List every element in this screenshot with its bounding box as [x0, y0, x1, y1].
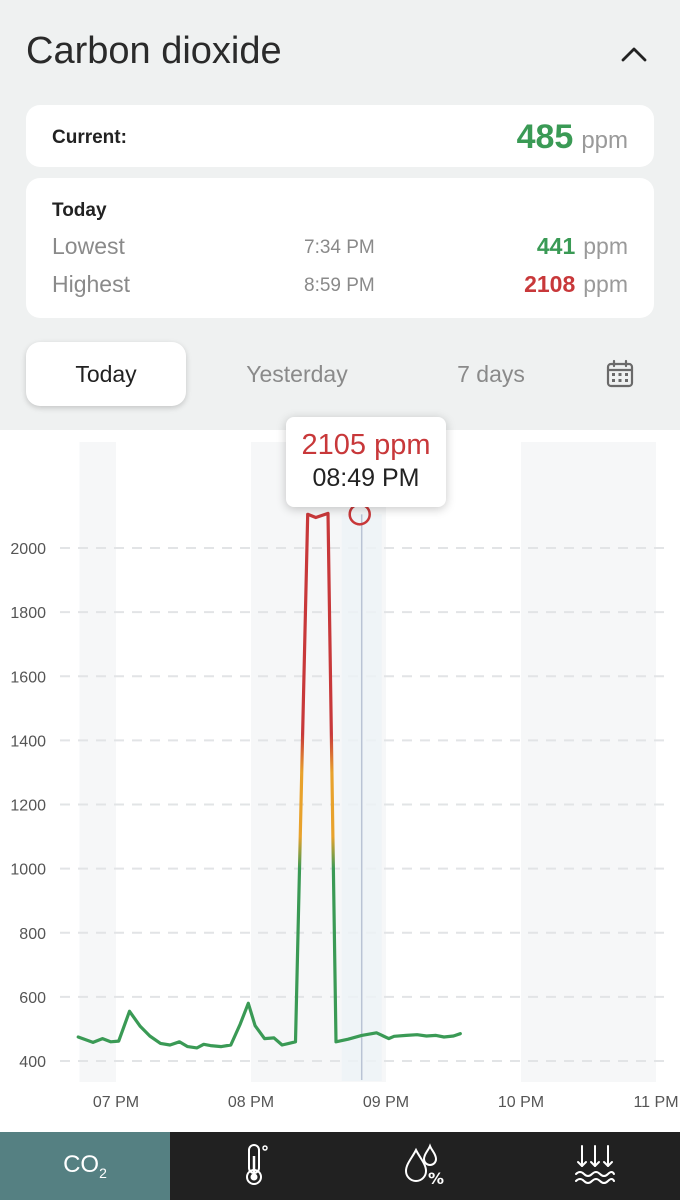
hour-band	[521, 442, 656, 1082]
highest-time: 8:59 PM	[304, 275, 375, 296]
nav-temperature[interactable]	[170, 1132, 340, 1200]
x-tick-label: 11 PM	[633, 1094, 678, 1111]
chart-tooltip: 2105 ppm 08:49 PM	[286, 417, 446, 507]
current-value-unit: ppm	[581, 127, 628, 154]
x-tick-label: 08 PM	[228, 1094, 274, 1111]
y-tick-label: 1800	[10, 605, 46, 622]
y-tick-label: 1200	[10, 798, 46, 815]
lowest-row: Lowest 7:34 PM 441 ppm	[52, 233, 628, 265]
x-tick-label: 10 PM	[498, 1094, 544, 1111]
x-tick-label: 07 PM	[93, 1094, 139, 1111]
period-tabs: Today Yesterday 7 days	[26, 342, 654, 406]
highest-value: 2108 ppm	[524, 271, 628, 298]
humidity-icon: %	[402, 1142, 448, 1191]
tab-7-days[interactable]: 7 days	[426, 342, 556, 406]
today-heading: Today	[52, 200, 107, 221]
highest-value-unit: ppm	[583, 271, 628, 297]
lowest-value-number: 441	[536, 233, 576, 259]
pressure-icon	[572, 1142, 618, 1191]
y-tick-label: 1400	[10, 733, 46, 750]
bottom-navigation: CO2 %	[0, 1132, 680, 1200]
nav-humidity[interactable]: %	[340, 1132, 510, 1200]
tab-today[interactable]: Today	[26, 342, 186, 406]
svg-text:%: %	[428, 1169, 444, 1186]
section-header: Carbon dioxide	[0, 0, 680, 105]
lowest-label: Lowest	[52, 233, 125, 259]
lowest-value-unit: ppm	[583, 233, 628, 259]
hour-band	[79, 442, 116, 1082]
calendar-icon[interactable]	[604, 358, 636, 390]
current-value: 485 ppm	[517, 118, 628, 157]
today-summary-card: Today Lowest 7:34 PM 441 ppm Highest 8:5…	[26, 178, 654, 318]
highest-value-number: 2108	[524, 271, 576, 297]
current-card: Current: 485 ppm	[26, 105, 654, 167]
page-title: Carbon dioxide	[26, 30, 282, 72]
y-tick-label: 2000	[10, 541, 46, 558]
co2-label: CO2	[63, 1151, 107, 1181]
chevron-up-icon[interactable]	[616, 36, 652, 72]
highest-label: Highest	[52, 271, 130, 297]
co2-text: CO	[63, 1151, 100, 1179]
y-tick-label: 1000	[10, 862, 46, 879]
lowest-value: 441 ppm	[537, 233, 628, 260]
y-tick-label: 800	[19, 926, 46, 943]
current-label: Current:	[52, 127, 127, 148]
tab-yesterday[interactable]: Yesterday	[216, 342, 378, 406]
tooltip-time: 08:49 PM	[312, 464, 420, 492]
thermometer-icon	[240, 1142, 270, 1191]
nav-co2[interactable]: CO2	[0, 1132, 170, 1200]
y-tick-label: 1600	[10, 669, 46, 686]
y-tick-label: 400	[19, 1054, 46, 1071]
y-tick-label: 600	[19, 990, 46, 1007]
co2-subscript: 2	[99, 1164, 107, 1181]
co2-chart-svg: 400 600 800 1000 1200 1400 1600 1800 2000 07 PM 0…	[10, 442, 679, 1111]
highest-row: Highest 8:59 PM 2108 ppm	[52, 271, 628, 303]
x-tick-label: 09 PM	[363, 1094, 409, 1111]
nav-pressure[interactable]	[510, 1132, 680, 1200]
tooltip-value: 2105 ppm	[301, 429, 431, 461]
current-value-number: 485	[516, 118, 574, 156]
lowest-time: 7:34 PM	[304, 237, 375, 258]
co2-chart[interactable]: 400 600 800 1000 1200 1400 1600 1800 2000 07 PM 0…	[0, 430, 680, 1132]
